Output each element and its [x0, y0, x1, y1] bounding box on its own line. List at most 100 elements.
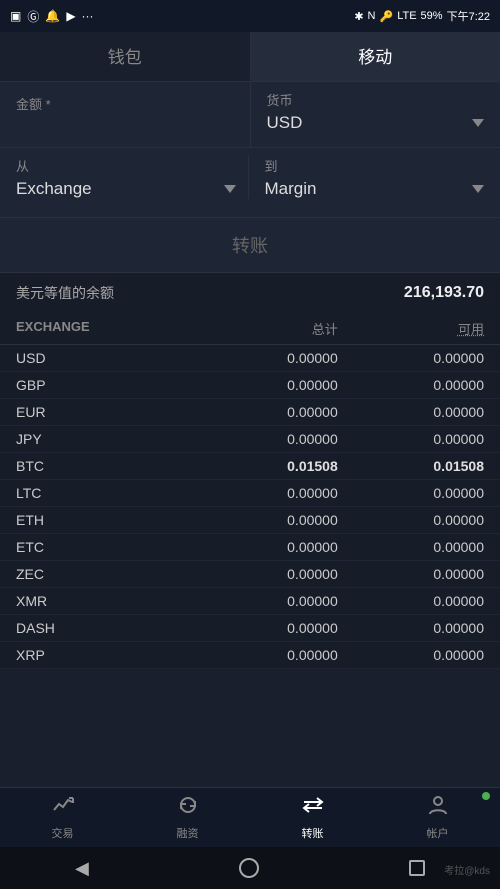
from-to-row: 从 Exchange 到 Margin: [0, 148, 500, 207]
td-total: 0.00000: [192, 404, 338, 420]
td-total: 0.00000: [192, 377, 338, 393]
td-coin: EUR: [16, 404, 192, 420]
to-select[interactable]: Margin: [265, 179, 485, 199]
td-available: 0.00000: [338, 512, 484, 528]
td-available: 0.00000: [338, 566, 484, 582]
td-available: 0.00000: [338, 485, 484, 501]
icon-dots: ···: [82, 9, 94, 23]
icon-bell: 🔔: [45, 9, 60, 23]
table-row: ETC0.000000.00000: [0, 534, 500, 561]
system-nav: ◀ 考拉@kds: [0, 847, 500, 889]
td-available: 0.00000: [338, 539, 484, 555]
transfer-button[interactable]: 转账: [232, 232, 268, 258]
amount-currency-section: 金额 * 货币 USD: [0, 82, 500, 147]
battery-level: 59%: [421, 10, 443, 22]
td-available: 0.00000: [338, 647, 484, 663]
table-row: JPY0.000000.00000: [0, 426, 500, 453]
nav-account[interactable]: 帐户: [375, 794, 500, 841]
status-right-icons: ✱ N 🔑 LTE 59% 下午7:22: [354, 8, 490, 24]
td-coin: BTC: [16, 458, 192, 474]
table-row: USD0.000000.00000: [0, 345, 500, 372]
td-coin: XRP: [16, 647, 192, 663]
td-available: 0.00000: [338, 350, 484, 366]
icon-square: ▣: [10, 9, 21, 23]
td-total: 0.00000: [192, 620, 338, 636]
td-total: 0.00000: [192, 485, 338, 501]
th-available: 可用: [338, 319, 484, 338]
table-section: EXCHANGE 总计 可用 USD0.000000.00000GBP0.000…: [0, 313, 500, 669]
td-coin: DASH: [16, 620, 192, 636]
tab-move[interactable]: 移动: [251, 32, 500, 81]
tab-wallet[interactable]: 钱包: [0, 32, 251, 81]
to-value: Margin: [265, 179, 317, 199]
td-coin: XMR: [16, 593, 192, 609]
nav-funding[interactable]: 融资: [125, 794, 250, 841]
nav-trade-label: 交易: [52, 825, 74, 841]
status-left-icons: ▣ Ⓖ 🔔 ▶ ···: [10, 8, 94, 25]
nav-transfer[interactable]: 转账: [250, 794, 375, 841]
transfer-row: 转账: [0, 217, 500, 272]
table-row: GBP0.000000.00000: [0, 372, 500, 399]
table-row: DASH0.000000.00000: [0, 615, 500, 642]
home-button[interactable]: [239, 858, 259, 878]
table-header: EXCHANGE 总计 可用: [0, 313, 500, 345]
table-row: EUR0.000000.00000: [0, 399, 500, 426]
icon-nfc: N: [368, 10, 376, 22]
bottom-nav: 交易 融资 转账: [0, 787, 500, 847]
trade-icon: [52, 794, 74, 822]
td-total: 0.00000: [192, 350, 338, 366]
td-coin: ETH: [16, 512, 192, 528]
nav-transfer-label: 转账: [302, 825, 324, 841]
watermark: 考拉@kds: [444, 862, 490, 877]
currency-select-row[interactable]: USD: [267, 113, 485, 133]
balance-value: 216,193.70: [404, 284, 484, 302]
table-row: XRP0.000000.00000: [0, 642, 500, 669]
table-row: LTC0.000000.00000: [0, 480, 500, 507]
currency-value: USD: [267, 113, 303, 133]
td-coin: ZEC: [16, 566, 192, 582]
td-total: 0.00000: [192, 647, 338, 663]
balance-label: 美元等值的余额: [16, 283, 114, 303]
top-tabs: 钱包 移动: [0, 32, 500, 82]
td-total: 0.01508: [192, 458, 338, 474]
td-coin: ETC: [16, 539, 192, 555]
currency-label: 货币: [267, 90, 485, 109]
currency-chevron-icon: [472, 119, 484, 127]
icon-key: 🔑: [379, 10, 393, 23]
table-row: ETH0.000000.00000: [0, 507, 500, 534]
th-exchange: EXCHANGE: [16, 319, 192, 338]
back-button[interactable]: ◀: [75, 858, 89, 879]
to-label: 到: [265, 156, 485, 175]
from-select[interactable]: Exchange: [16, 179, 236, 199]
balance-section: 美元等值的余额 216,193.70: [0, 272, 500, 313]
from-label: 从: [16, 156, 236, 175]
td-coin: LTC: [16, 485, 192, 501]
account-icon: [427, 794, 449, 822]
nav-trade[interactable]: 交易: [0, 794, 125, 841]
td-total: 0.00000: [192, 431, 338, 447]
form-section: 金额 * 货币 USD 从 Exchange 到 Margin: [0, 82, 500, 217]
amount-col: 金额 *: [0, 82, 251, 147]
table-body: USD0.000000.00000GBP0.000000.00000EUR0.0…: [0, 345, 500, 669]
recents-button[interactable]: [409, 860, 425, 876]
nav-account-label: 帐户: [427, 825, 449, 841]
td-coin: JPY: [16, 431, 192, 447]
from-col: 从 Exchange: [16, 156, 249, 199]
amount-label: 金额 *: [16, 94, 234, 113]
to-col: 到 Margin: [249, 156, 485, 199]
icon-bluetooth: ✱: [354, 10, 363, 23]
transfer-icon: [302, 794, 324, 822]
icon-play: ▶: [66, 9, 75, 23]
icon-g: Ⓖ: [27, 8, 39, 25]
td-total: 0.00000: [192, 512, 338, 528]
table-row: ZEC0.000000.00000: [0, 561, 500, 588]
td-available: 0.00000: [338, 377, 484, 393]
status-bar: ▣ Ⓖ 🔔 ▶ ··· ✱ N 🔑 LTE 59% 下午7:22: [0, 0, 500, 32]
from-value: Exchange: [16, 179, 92, 199]
amount-input[interactable]: [16, 117, 234, 135]
icon-lte: LTE: [397, 10, 416, 22]
funding-icon: [177, 794, 199, 822]
td-total: 0.00000: [192, 593, 338, 609]
td-total: 0.00000: [192, 539, 338, 555]
nav-funding-label: 融资: [177, 825, 199, 841]
